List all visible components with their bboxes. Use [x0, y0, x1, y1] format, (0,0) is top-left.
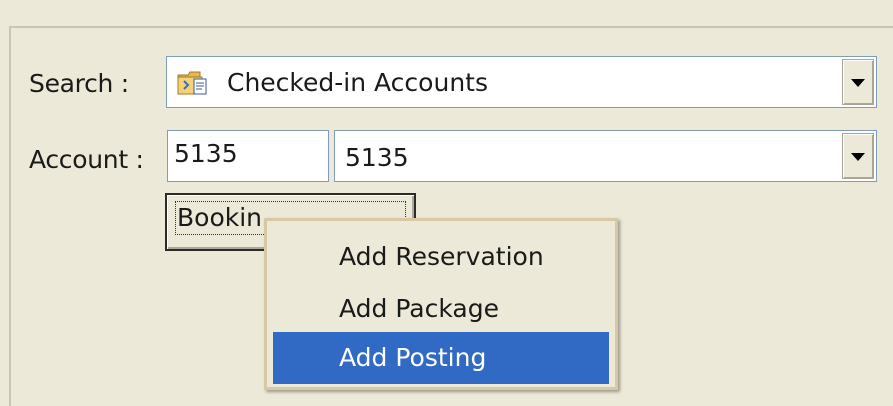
search-dropdown-button[interactable]: [842, 59, 874, 105]
search-dropdown[interactable]: Checked-in Accounts: [166, 56, 877, 108]
menu-item-add-package[interactable]: Add Package: [273, 283, 609, 335]
context-menu: Add Reservation Add Package Add Posting: [264, 218, 618, 390]
account-selected-value: 5135: [345, 143, 409, 172]
menu-item-add-reservation[interactable]: Add Reservation: [273, 231, 609, 283]
search-label: Search :: [29, 69, 129, 98]
menu-item-add-posting[interactable]: Add Posting: [273, 332, 609, 384]
booking-button-label: Bookin: [177, 203, 263, 232]
account-number-value: 5135: [174, 139, 238, 168]
account-dropdown-button[interactable]: [842, 133, 874, 179]
account-label: Account :: [29, 145, 144, 174]
account-dropdown[interactable]: 5135: [334, 130, 877, 182]
folder-search-icon: [177, 71, 207, 95]
search-selected-value: Checked-in Accounts: [227, 68, 488, 97]
account-number-input[interactable]: 5135: [167, 130, 329, 182]
